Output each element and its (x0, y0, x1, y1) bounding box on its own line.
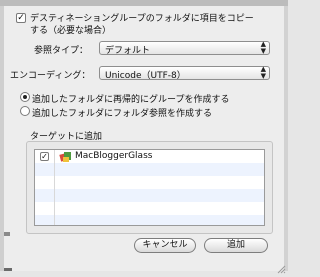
encoding-label: エンコーディング： (10, 71, 91, 81)
cancel-button[interactable]: キャンセル (134, 238, 196, 253)
reference-type-label: 参照タイプ： (34, 46, 89, 56)
add-button[interactable]: 追加 (204, 238, 268, 253)
popup-arrows-icon: ▲ ▼ (260, 65, 266, 80)
list-row (35, 189, 264, 202)
add-files-sheet: ✓ デスティネーショングループのフォルダに項目をコピー する（必要な場合） 参照… (4, 6, 286, 274)
folder-references-label: 追加したフォルダにフォルダ参照を作成する (32, 109, 213, 119)
recursive-groups-radio[interactable] (20, 92, 30, 102)
background-window-edge (4, 232, 10, 236)
target-checkbox[interactable]: ✓ (40, 152, 49, 161)
recursive-groups-label: 追加したフォルダに再帰的にグループを作成する (32, 95, 230, 105)
reference-type-popup[interactable]: デフォルト ▲ ▼ (99, 40, 270, 56)
target-name: MacBloggerGlass (75, 151, 153, 161)
list-row (35, 215, 264, 225)
popup-arrows-icon: ▲ ▼ (260, 40, 266, 55)
reference-type-value: デフォルト (105, 46, 151, 56)
copy-items-label-continued: する（必要な場合） (30, 26, 112, 36)
resize-grip-icon[interactable] (276, 264, 286, 274)
list-row (35, 163, 264, 176)
targets-group-box: ✓ MacBloggerGlass (26, 141, 273, 234)
encoding-value: Unicode（UTF-8） (105, 71, 186, 81)
target-row[interactable]: ✓ MacBloggerGlass (35, 151, 264, 164)
targets-list[interactable]: ✓ MacBloggerGlass (34, 149, 265, 226)
encoding-popup[interactable]: Unicode（UTF-8） ▲ ▼ (99, 65, 270, 81)
target-app-icon (59, 151, 73, 163)
window-right-edge (284, 6, 288, 271)
list-row (35, 176, 264, 189)
copy-items-checkbox[interactable]: ✓ (16, 13, 26, 23)
folder-references-radio[interactable] (20, 106, 30, 116)
list-row (35, 202, 264, 215)
